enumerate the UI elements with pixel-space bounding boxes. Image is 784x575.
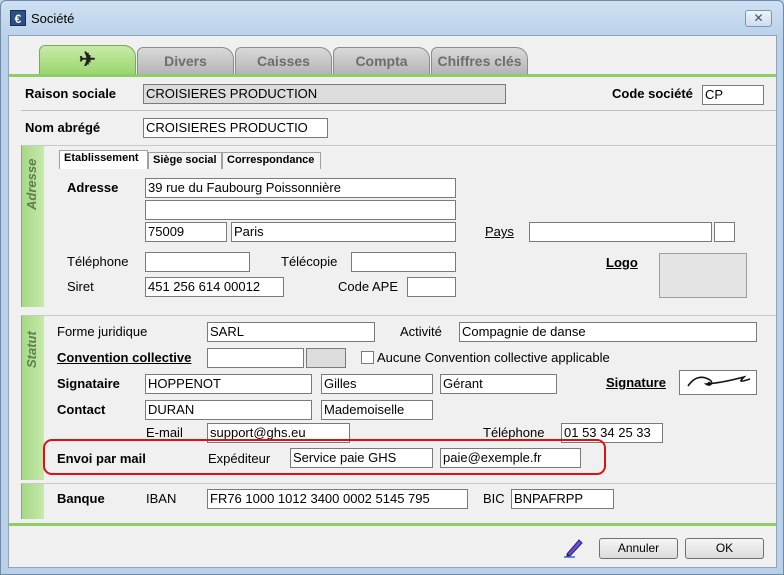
iban-label: IBAN [146, 491, 177, 506]
code-ape-label: Code APE [338, 279, 398, 294]
pen-icon[interactable] [563, 536, 585, 561]
signataire-prenom-field[interactable]: Gilles [321, 374, 433, 394]
airplane-icon: ✈ [79, 49, 96, 71]
activite-field[interactable]: Compagnie de danse [459, 322, 757, 342]
tab-divers[interactable]: Divers [137, 47, 234, 74]
annuler-button[interactable]: Annuler [599, 538, 678, 559]
adresse-line1-field[interactable]: 39 rue du Faubourg Poissonnière [145, 178, 456, 198]
subtab-siege-social[interactable]: Siège social [148, 152, 222, 169]
code-societe-field[interactable]: CP [702, 85, 764, 105]
telecopie-field[interactable] [351, 252, 456, 272]
subtab-correspondance[interactable]: Correspondance [222, 152, 321, 169]
forme-juridique-field[interactable]: SARL [207, 322, 375, 342]
activite-label: Activité [400, 324, 442, 339]
societe-window: € Société ✕ ✈ Divers Caisses Compta Chif… [0, 0, 784, 575]
nom-abrege-field[interactable]: CROISIERES PRODUCTIO [143, 118, 328, 138]
email-label: E-mail [146, 425, 183, 440]
ville-field[interactable]: Paris [231, 222, 456, 242]
tab-compta[interactable]: Compta [333, 47, 430, 74]
app-icon: € [10, 10, 26, 26]
code-ape-field[interactable] [407, 277, 456, 297]
adresse-band-title: Adresse [24, 158, 39, 210]
signataire-fonction-field[interactable]: Gérant [440, 374, 557, 394]
bic-label: BIC [483, 491, 505, 506]
adresse-label: Adresse [67, 180, 119, 195]
signature-image[interactable] [679, 370, 757, 395]
contact-civilite-field[interactable]: Mademoiselle [321, 400, 433, 420]
siret-field[interactable]: 451 256 614 00012 [145, 277, 284, 297]
raison-sociale-field[interactable]: CROISIERES PRODUCTION [143, 84, 506, 104]
pays-link[interactable]: Pays [485, 224, 514, 239]
aucune-convention-checkbox[interactable] [361, 351, 374, 364]
statut-band-title: Statut [24, 331, 39, 368]
close-button[interactable]: ✕ [745, 10, 772, 27]
pays-code-field[interactable] [714, 222, 735, 242]
convention-field[interactable] [207, 348, 304, 368]
pays-field[interactable] [529, 222, 712, 242]
convention-code-field[interactable] [306, 348, 346, 368]
footer-line [9, 523, 776, 526]
iban-field[interactable]: FR76 1000 1012 3400 0002 5145 795 [207, 489, 468, 509]
tab-caisses[interactable]: Caisses [235, 47, 332, 74]
expediteur-email-field[interactable]: paie@exemple.fr [440, 448, 581, 468]
window-title: Société [31, 11, 75, 26]
contact-label: Contact [57, 402, 106, 417]
separator [21, 110, 776, 111]
forme-juridique-label: Forme juridique [57, 324, 148, 339]
signataire-label: Signataire [57, 376, 120, 391]
logo-image-box[interactable] [659, 253, 747, 298]
adresse-line2-field[interactable] [145, 200, 456, 220]
title-bar: € Société ✕ [1, 1, 783, 35]
siret-label: Siret [67, 279, 94, 294]
contact-telephone-label: Téléphone [483, 425, 545, 440]
banque-band [22, 484, 44, 519]
signataire-nom-field[interactable]: HOPPENOT [145, 374, 312, 394]
signature-link[interactable]: Signature [606, 375, 666, 390]
adresse-band: Adresse [22, 146, 44, 307]
subtab-etablissement[interactable]: Etablissement [59, 150, 148, 169]
code-postal-field[interactable]: 75009 [145, 222, 227, 242]
telecopie-label: Télécopie [281, 254, 338, 269]
banque-label: Banque [57, 491, 105, 506]
raison-sociale-label: Raison sociale [25, 86, 117, 101]
expediteur-label: Expéditeur [208, 451, 271, 466]
tab-underline [9, 74, 776, 77]
contact-nom-field[interactable]: DURAN [145, 400, 312, 420]
pen-drawing [564, 539, 583, 558]
close-icon: ✕ [753, 11, 764, 25]
envoi-par-mail-label: Envoi par mail [57, 451, 146, 466]
signature-drawing [687, 375, 751, 387]
convention-collective-link[interactable]: Convention collective [57, 350, 191, 365]
dialog-client-area: ✈ Divers Caisses Compta Chiffres clés Ra… [8, 35, 777, 568]
tab-general[interactable]: ✈ [39, 45, 136, 75]
bic-field[interactable]: BNPAFRPP [511, 489, 614, 509]
expediteur-nom-field[interactable]: Service paie GHS [290, 448, 433, 468]
statut-band: Statut [22, 316, 44, 480]
nom-abrege-label: Nom abrégé [25, 120, 101, 135]
telephone-label: Téléphone [67, 254, 129, 269]
ok-button[interactable]: OK [685, 538, 764, 559]
logo-link[interactable]: Logo [606, 255, 638, 270]
tab-chiffres-cles[interactable]: Chiffres clés [431, 47, 528, 74]
aucune-convention-label: Aucune Convention collective applicable [377, 350, 610, 365]
code-societe-label: Code société [612, 86, 693, 101]
telephone-field[interactable] [145, 252, 250, 272]
